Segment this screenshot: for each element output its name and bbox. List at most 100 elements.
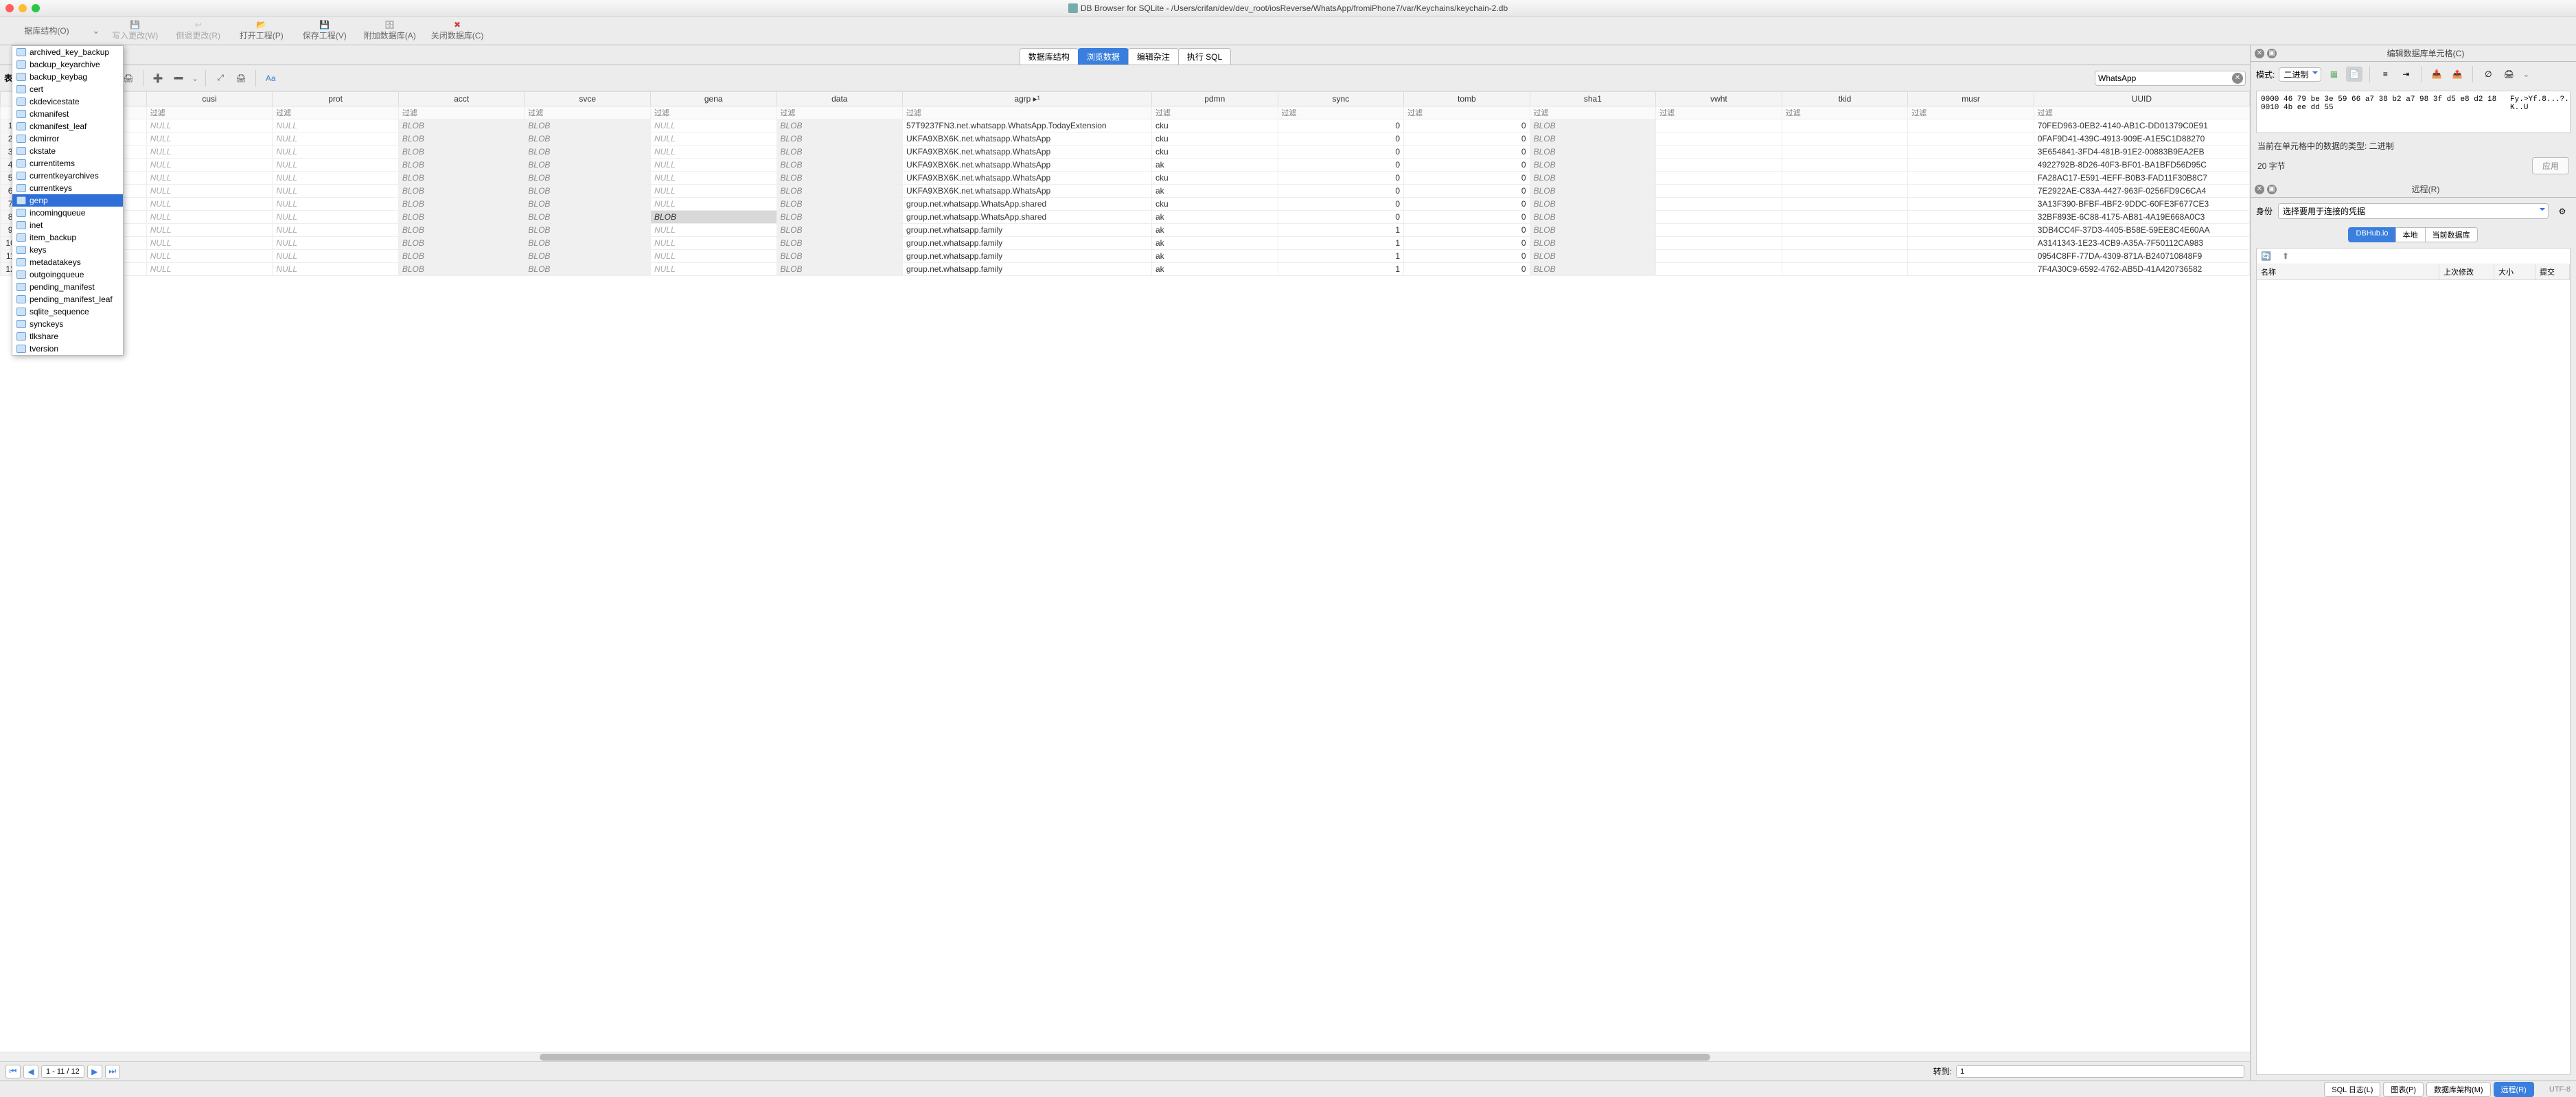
cell[interactable]: NULL [146, 263, 273, 276]
cell[interactable]: BLOB [1530, 146, 1656, 159]
cell[interactable] [1656, 250, 1782, 263]
cell[interactable]: BLOB [777, 211, 903, 224]
cell[interactable]: NULL [146, 237, 273, 250]
cell[interactable]: ak [1151, 159, 1278, 172]
cell[interactable]: 0 [1404, 119, 1530, 132]
cell[interactable]: NULL [273, 172, 399, 185]
cell[interactable]: 0 [1404, 224, 1530, 237]
format-icon[interactable]: ▦ [2325, 67, 2342, 82]
delete-record-icon[interactable]: ➖ [170, 69, 187, 87]
cell[interactable]: 0 [1404, 211, 1530, 224]
cell[interactable]: NULL [146, 198, 273, 211]
cell[interactable]: cku [1151, 132, 1278, 146]
cell[interactable]: NULL [273, 159, 399, 172]
cell[interactable]: NULL [650, 132, 777, 146]
cell[interactable]: 0 [1278, 159, 1404, 172]
dropdown-item[interactable]: item_backup [12, 231, 123, 244]
cell[interactable]: NULL [650, 237, 777, 250]
cell[interactable]: BLOB [398, 263, 525, 276]
cell[interactable] [1656, 211, 1782, 224]
cell[interactable]: group.net.whatsapp.WhatsApp.shared [903, 198, 1152, 211]
cell[interactable]: BLOB [1530, 237, 1656, 250]
cell[interactable]: UKFA9XBX6K.net.whatsapp.WhatsApp [903, 146, 1152, 159]
prev-page-button[interactable]: ◀ [23, 1065, 38, 1078]
scrollbar-thumb[interactable] [540, 1054, 1710, 1061]
cell[interactable]: BLOB [1530, 224, 1656, 237]
cell[interactable]: BLOB [777, 159, 903, 172]
null-icon[interactable]: ∅ [2480, 67, 2496, 82]
dropdown-item[interactable]: metadatakeys [12, 256, 123, 268]
cell[interactable]: BLOB [1530, 211, 1656, 224]
maximize-window-icon[interactable] [32, 4, 40, 12]
cell[interactable]: 0 [1404, 132, 1530, 146]
cell[interactable]: ak [1151, 263, 1278, 276]
cell[interactable]: BLOB [525, 159, 651, 172]
cell[interactable] [1908, 263, 2034, 276]
minimize-window-icon[interactable] [19, 4, 27, 12]
statusbar-tab[interactable]: SQL 日志(L) [2324, 1082, 2380, 1097]
cell[interactable]: BLOB [777, 237, 903, 250]
dropdown-item[interactable]: pending_manifest_leaf [12, 293, 123, 305]
dropdown-item[interactable]: currentkeys [12, 182, 123, 194]
dropdown-item[interactable]: pending_manifest [12, 281, 123, 293]
cell[interactable] [1908, 146, 2034, 159]
cell[interactable]: 0 [1278, 211, 1404, 224]
indent-icon[interactable]: ⇥ [2397, 67, 2414, 82]
dropdown-item[interactable]: ckmanifest [12, 108, 123, 120]
table-row[interactable]: 5 NULLNULLBLOBBLOBNULLBLOBUKFA9XBX6K.net… [1, 172, 2250, 185]
dropdown-item[interactable]: backup_keybag [12, 71, 123, 83]
table-row[interactable]: 7 NULLNULLBLOBBLOBNULLBLOBgroup.net.what… [1, 198, 2250, 211]
export-icon[interactable]: 📤 [2449, 67, 2465, 82]
cell[interactable]: NULL [273, 119, 399, 132]
cell[interactable]: UKFA9XBX6K.net.whatsapp.WhatsApp [903, 132, 1152, 146]
cell[interactable]: BLOB [777, 119, 903, 132]
dropdown-item[interactable]: ckdevicestate [12, 95, 123, 108]
cell[interactable]: 3DB4CC4F-37D3-4405-B58E-59EE8C4E60AA [2034, 224, 2249, 237]
db-structure-button[interactable]: 据库结构(O) [5, 19, 88, 43]
table-row[interactable]: 2 NULLNULLBLOBBLOBNULLBLOBUKFA9XBX6K.net… [1, 132, 2250, 146]
column-header[interactable]: UUID [2034, 92, 2249, 106]
cell[interactable]: 0 [1278, 185, 1404, 198]
dropdown-item[interactable]: cert [12, 83, 123, 95]
dropdown-item[interactable]: sqlite_sequence [12, 305, 123, 318]
cell[interactable]: BLOB [777, 185, 903, 198]
cell[interactable]: BLOB [525, 119, 651, 132]
cell[interactable]: group.net.whatsapp.family [903, 224, 1152, 237]
cell[interactable]: NULL [273, 263, 399, 276]
cell[interactable]: 0 [1278, 132, 1404, 146]
remote-column-header[interactable]: 大小 [2494, 264, 2535, 279]
column-header[interactable]: tkid [1782, 92, 1908, 106]
cell[interactable]: 57T9237FN3.net.whatsapp.WhatsApp.TodayEx… [903, 119, 1152, 132]
cell[interactable]: BLOB [1530, 250, 1656, 263]
cell[interactable]: UKFA9XBX6K.net.whatsapp.WhatsApp [903, 172, 1152, 185]
table-row[interactable]: 6 NULLNULLBLOBBLOBNULLBLOBUKFA9XBX6K.net… [1, 185, 2250, 198]
cell[interactable] [1782, 119, 1908, 132]
cell[interactable]: 7E2922AE-C83A-4427-963F-0256FD9C6CA4 [2034, 185, 2249, 198]
cell[interactable]: NULL [146, 172, 273, 185]
column-header[interactable]: prot [273, 92, 399, 106]
cell[interactable]: BLOB [525, 132, 651, 146]
cell[interactable]: NULL [146, 250, 273, 263]
cell[interactable]: BLOB [398, 172, 525, 185]
cell[interactable] [1782, 224, 1908, 237]
cell[interactable] [1908, 159, 2034, 172]
main-tab-2[interactable]: 编辑杂注 [1128, 48, 1179, 65]
cell[interactable] [1656, 237, 1782, 250]
cell[interactable]: NULL [650, 159, 777, 172]
cell[interactable]: 3A13F390-BFBF-4BF2-9DDC-60FE3F677CE3 [2034, 198, 2249, 211]
cell[interactable]: BLOB [650, 211, 777, 224]
last-page-button[interactable]: ⏭ [105, 1065, 120, 1078]
cell[interactable]: NULL [146, 159, 273, 172]
dropdown-item[interactable]: ckmirror [12, 132, 123, 145]
cell[interactable]: BLOB [525, 198, 651, 211]
cell[interactable]: 3E654841-3FD4-481B-91E2-00883B9EA2EB [2034, 146, 2249, 159]
column-header[interactable]: pdmn [1151, 92, 1278, 106]
cell[interactable] [1908, 237, 2034, 250]
cell[interactable]: 1 [1278, 263, 1404, 276]
cell[interactable]: NULL [146, 185, 273, 198]
cell[interactable]: BLOB [777, 132, 903, 146]
refresh-remote-icon[interactable]: 🔄 [2261, 251, 2271, 261]
cell[interactable]: group.net.whatsapp.WhatsApp.shared [903, 211, 1152, 224]
cell[interactable] [1656, 224, 1782, 237]
upload-remote-icon[interactable]: ⬆ [2282, 251, 2289, 261]
